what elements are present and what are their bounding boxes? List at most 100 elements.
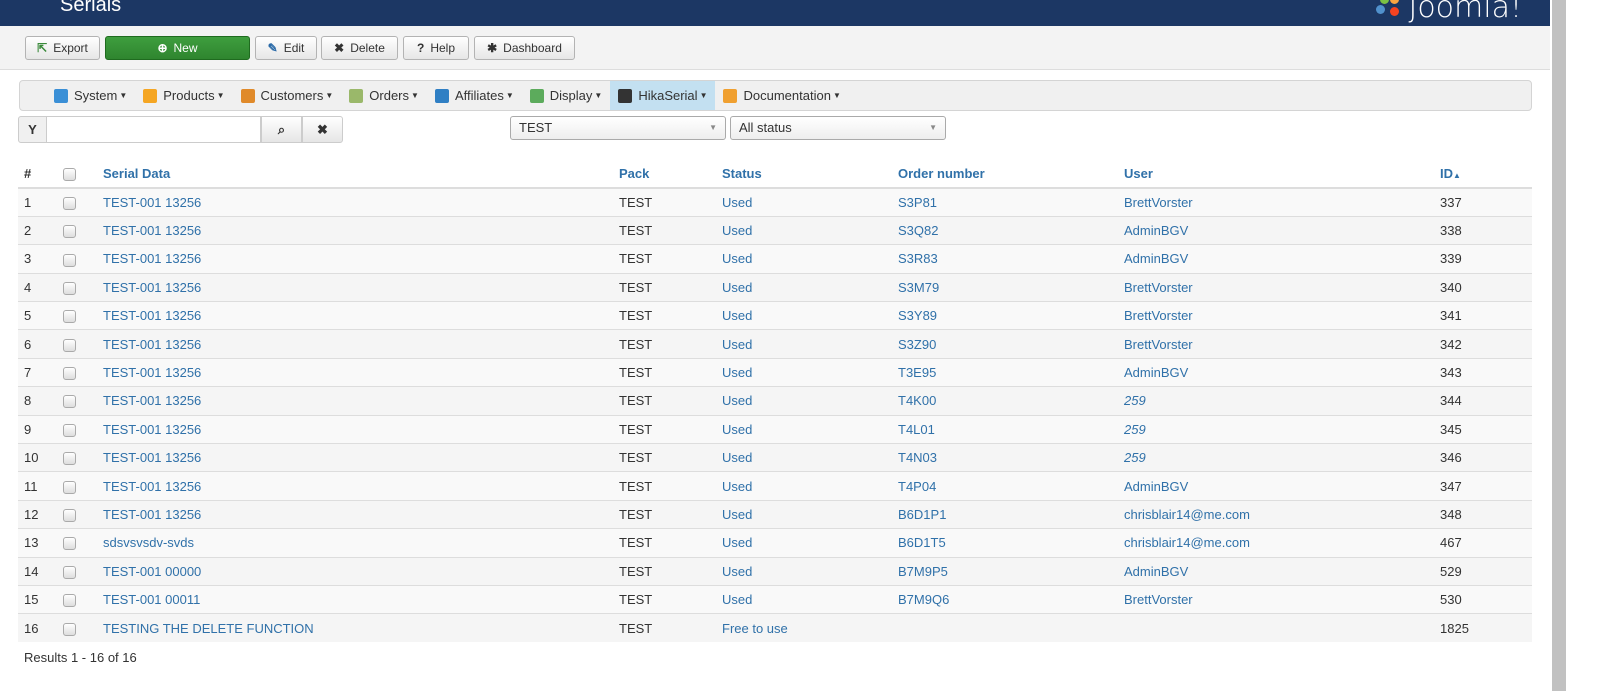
serial-data[interactable]: TEST-001 00000 <box>97 556 613 586</box>
order-number[interactable]: T4N03 <box>892 443 1118 472</box>
user[interactable] <box>1118 613 1434 643</box>
row-checkbox-input[interactable] <box>63 367 76 381</box>
row-checkbox-input[interactable] <box>63 225 76 239</box>
menu-documentation[interactable]: Documentation ▼ <box>715 81 848 110</box>
dashboard-button[interactable]: ✱ Dashboard <box>474 36 575 60</box>
user[interactable]: BrettVorster <box>1118 301 1434 330</box>
row-checkbox[interactable] <box>57 244 97 274</box>
row-checkbox[interactable] <box>57 329 97 359</box>
serial-data[interactable]: TEST-001 00011 <box>97 584 613 614</box>
order-number[interactable]: S3Z90 <box>892 329 1118 359</box>
serial-data[interactable]: TEST-001 13256 <box>97 329 613 359</box>
row-checkbox-input[interactable] <box>63 253 76 267</box>
row-checkbox-input[interactable] <box>63 537 76 551</box>
delete-button[interactable]: ✖ Delete <box>321 36 398 60</box>
order-number[interactable]: B7M9Q6 <box>892 584 1118 614</box>
user[interactable]: AdminBGV <box>1118 215 1434 245</box>
order-number[interactable]: B6D1T5 <box>892 528 1118 558</box>
serial-data[interactable]: TEST-001 13256 <box>97 215 613 245</box>
scrollbar-track[interactable] <box>1552 0 1566 691</box>
menu-products[interactable]: Products ▼ <box>135 81 232 110</box>
col-checkall[interactable] <box>57 160 97 189</box>
help-button[interactable]: ? Help <box>403 36 469 60</box>
row-checkbox-input[interactable] <box>63 338 76 352</box>
row-checkbox[interactable] <box>57 471 97 501</box>
row-checkbox-input[interactable] <box>63 310 76 324</box>
serial-data[interactable]: TEST-001 13256 <box>97 272 613 302</box>
order-number[interactable]: T4K00 <box>892 386 1118 416</box>
user[interactable]: AdminBGV <box>1118 556 1434 586</box>
pack-select[interactable]: TEST ▼ <box>510 116 726 140</box>
menu-customers[interactable]: Customers ▼ <box>233 81 342 110</box>
new-button[interactable]: ⊕ New <box>105 36 250 60</box>
serial-data[interactable]: TEST-001 13256 <box>97 357 613 387</box>
menu-affiliates[interactable]: Affiliates ▼ <box>427 81 522 110</box>
menu-hikaserial[interactable]: HikaSerial ▼ <box>610 81 716 110</box>
user[interactable]: 259 <box>1118 386 1434 416</box>
search-button[interactable]: ⌕ <box>261 116 302 143</box>
col-serial[interactable]: Serial Data <box>97 160 613 189</box>
row-checkbox-input[interactable] <box>63 423 76 437</box>
row-checkbox[interactable] <box>57 584 97 614</box>
user[interactable]: AdminBGV <box>1118 471 1434 501</box>
serial-data[interactable]: TEST-001 13256 <box>97 244 613 274</box>
serial-data[interactable]: TEST-001 13256 <box>97 443 613 472</box>
edit-button[interactable]: ✎ Edit <box>255 36 317 60</box>
check-all-checkbox[interactable] <box>63 168 76 182</box>
row-checkbox[interactable] <box>57 499 97 529</box>
user[interactable]: AdminBGV <box>1118 357 1434 387</box>
serial-data[interactable]: TEST-001 13256 <box>97 471 613 501</box>
order-number[interactable]: B6D1P1 <box>892 499 1118 529</box>
order-number[interactable]: S3M79 <box>892 272 1118 302</box>
filter-icon[interactable]: Y <box>18 116 47 143</box>
user[interactable]: 259 <box>1118 443 1434 472</box>
col-id[interactable]: ID▲ <box>1434 160 1532 189</box>
row-checkbox[interactable] <box>57 357 97 387</box>
scrollbar[interactable] <box>1550 0 1600 691</box>
order-number[interactable]: T4P04 <box>892 471 1118 501</box>
serial-data[interactable]: sdsvsvsdv-svds <box>97 528 613 558</box>
serial-data[interactable]: TEST-001 13256 <box>97 187 613 217</box>
clear-button[interactable]: ✖ <box>302 116 343 143</box>
user[interactable]: BrettVorster <box>1118 584 1434 614</box>
menu-orders[interactable]: Orders ▼ <box>341 81 427 110</box>
row-checkbox[interactable] <box>57 414 97 444</box>
serial-data[interactable]: TEST-001 13256 <box>97 499 613 529</box>
row-checkbox-input[interactable] <box>63 452 76 466</box>
serial-data[interactable]: TEST-001 13256 <box>97 301 613 330</box>
row-checkbox[interactable] <box>57 187 97 217</box>
status-select[interactable]: All status ▼ <box>730 116 946 140</box>
order-number[interactable]: B7M9P5 <box>892 556 1118 586</box>
row-checkbox[interactable] <box>57 272 97 302</box>
menu-display[interactable]: Display ▼ <box>522 81 611 110</box>
row-checkbox-input[interactable] <box>63 480 76 494</box>
row-checkbox-input[interactable] <box>63 395 76 409</box>
row-checkbox-input[interactable] <box>63 509 76 523</box>
row-checkbox[interactable] <box>57 528 97 558</box>
user[interactable]: chrisblair14@me.com <box>1118 528 1434 558</box>
row-checkbox[interactable] <box>57 443 97 472</box>
row-checkbox[interactable] <box>57 301 97 330</box>
row-checkbox-input[interactable] <box>63 622 76 636</box>
serial-data[interactable]: TEST-001 13256 <box>97 414 613 444</box>
user[interactable]: BrettVorster <box>1118 272 1434 302</box>
serial-data[interactable]: TEST-001 13256 <box>97 386 613 416</box>
order-number[interactable]: T3E95 <box>892 357 1118 387</box>
col-pack[interactable]: Pack <box>613 160 716 189</box>
order-number[interactable]: S3R83 <box>892 244 1118 274</box>
row-checkbox[interactable] <box>57 386 97 416</box>
user[interactable]: BrettVorster <box>1118 187 1434 217</box>
row-checkbox-input[interactable] <box>63 594 76 608</box>
col-user[interactable]: User <box>1118 160 1434 189</box>
row-checkbox-input[interactable] <box>63 281 76 295</box>
serial-data[interactable]: TESTING THE DELETE FUNCTION <box>97 613 613 643</box>
user[interactable]: 259 <box>1118 414 1434 444</box>
order-number[interactable]: S3Q82 <box>892 215 1118 245</box>
export-button[interactable]: ⇱ Export <box>25 36 100 60</box>
user[interactable]: BrettVorster <box>1118 329 1434 359</box>
menu-system[interactable]: System ▼ <box>46 81 135 110</box>
user[interactable]: AdminBGV <box>1118 244 1434 274</box>
row-checkbox-input[interactable] <box>63 196 76 210</box>
order-number[interactable] <box>892 613 1118 643</box>
row-checkbox[interactable] <box>57 556 97 586</box>
